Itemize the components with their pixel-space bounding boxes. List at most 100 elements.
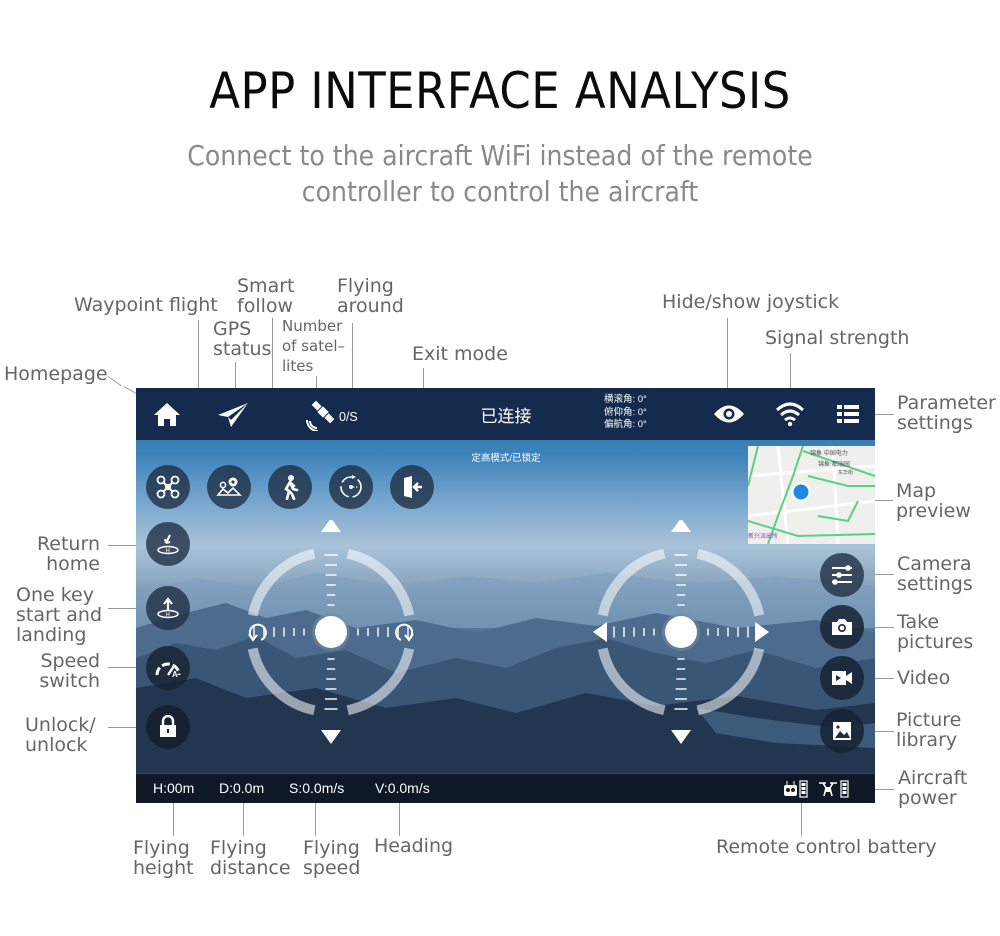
eye-icon[interactable] [712,402,746,426]
joystick-ring-arc [696,548,765,617]
joystick-tick [747,626,749,638]
joystick-tick [325,564,337,566]
camera-settings-button[interactable] [820,553,864,597]
roll-angle: 横滚角: 0° [604,394,647,405]
take-picture-button[interactable] [820,605,864,649]
joystick-tick [717,628,719,636]
unlock-button[interactable] [146,705,190,749]
orbit-icon [340,475,362,498]
video-record-button[interactable] [820,656,864,700]
joystick-ring-arc [597,647,666,716]
annotation-line: pictures [897,631,974,653]
attitude-readout: 横滚角: 0° 俯仰角: 0° 偏航角: 0° [604,394,647,432]
joystick-tick [326,594,336,596]
annotation-line: height [133,857,194,879]
annotation-line: Aircraft [898,767,968,789]
joystick-tick [674,554,688,556]
subtitle-line-1: Connect to the aircraft WiFi instead of … [187,139,813,172]
joystick-tick [737,627,739,637]
annotation-speed-switch: Speed switch [20,651,100,691]
return-home-icon: H [157,534,179,555]
flight-mode-status: 定高模式/已锁定 [471,453,541,464]
follow-runner-icon [284,475,299,500]
leader-line [315,800,316,836]
exit-mode-button[interactable] [390,465,434,509]
joystick-ring-arc [346,548,415,617]
joystick-tick [674,708,688,710]
joystick-tick [623,627,625,637]
annotation-line: Unlock/ [25,714,96,736]
annotation-line: home [46,553,100,575]
annotation-line: Parameter [897,392,996,414]
connection-status: 已连接 [480,407,532,426]
annotation-line: follow [237,295,294,317]
joystick-knob [665,616,697,648]
waypoint-flight-button[interactable] [207,465,251,509]
smart-follow-button[interactable] [268,465,312,509]
right-joystick[interactable] [591,520,771,745]
annotation-line: Flying [337,275,394,297]
annotation-map-preview: Map preview [896,481,971,521]
annotation-waypoint-flight: Waypoint flight [74,294,218,316]
annotation-line: switch [39,670,100,692]
leader-line [399,800,400,836]
joystick-tick [325,698,337,700]
speed-switch-button[interactable]: A [146,646,190,690]
flying-height-readout: H:00m [153,780,195,796]
annotation-signal-strength: Signal strength [765,327,910,349]
annotation-line: power [898,787,957,809]
return-home-button[interactable]: H [146,522,190,566]
annotation-line: Number [282,317,343,335]
joystick-tick [326,584,336,586]
picture-library-button[interactable] [820,709,864,753]
joystick-tick [677,604,685,606]
takeoff-landing-button[interactable]: H [146,586,190,630]
svg-text:东华街: 东华街 [838,469,853,476]
annotation-remote-control-battery: Remote control battery [716,836,937,858]
paper-plane-icon[interactable] [216,400,250,430]
exit-door-icon [404,476,422,498]
annotation-gps-status: GPS status [213,319,271,359]
annotation-line: Flying [133,837,190,859]
annotation-smart-follow: Smart follow [237,276,294,316]
satellite-icon [304,398,338,432]
annotation-camera-settings: Camera settings [897,554,973,594]
flying-distance-readout: D:0.0m [219,780,265,796]
joystick-tick [326,678,336,680]
annotation-line: lites [282,357,314,375]
annotation-line: landing [16,624,87,646]
camera-icon [832,619,852,635]
annotation-video: Video [897,667,951,689]
annotation-line: library [896,729,958,751]
bottom-telemetry-bar: H:00m D:0.0m S:0.0m/s V:0.0m/s [136,773,875,803]
joystick-knob [315,616,347,648]
up-arrow-icon [321,520,341,532]
waypoint-map-icon [216,477,242,496]
drone-mode-button[interactable] [146,465,190,509]
annotation-line: settings [897,573,973,595]
flying-around-button[interactable] [329,465,373,509]
joystick-tick [326,668,336,670]
joystick-tick [675,574,687,576]
image-gallery-icon [833,722,851,740]
annotation-line: GPS [213,318,252,340]
joystick-tick [303,628,305,636]
annotation-line: Picture [896,709,962,731]
annotation-line: unlock [25,734,88,756]
pitch-angle: 俯仰角: 0° [604,406,647,418]
joystick-tick [643,628,645,636]
left-joystick[interactable] [241,520,421,745]
leader-line [173,800,174,836]
app-screen: 0/S 已连接 横滚角: 0° 俯仰角: 0° 偏航角: 0° 定高模式/已锁定… [136,388,875,803]
svg-text:A: A [172,670,178,679]
home-icon[interactable] [152,400,182,428]
menu-list-icon[interactable] [834,402,862,426]
flying-speed-readout: S:0.0m/s [289,780,345,796]
joystick-tick [283,627,285,637]
joystick-tick [293,628,295,636]
speedometer-icon: A [155,662,181,679]
joystick-ring-arc [597,548,666,617]
annotation-line: Speed [40,650,100,672]
annotation-picture-library: Picture library [896,710,961,750]
joystick-tick [324,554,338,556]
